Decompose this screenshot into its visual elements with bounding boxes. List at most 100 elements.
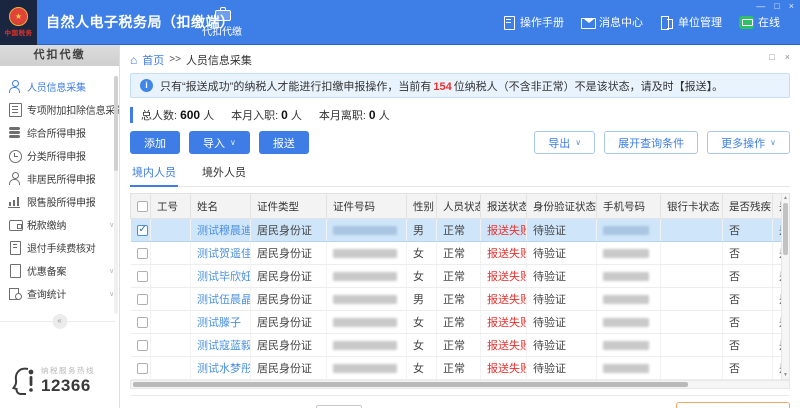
column-header: 报送状态: [481, 194, 527, 219]
cell-gender: 男: [407, 288, 437, 311]
cell-id-type: 居民身份证: [251, 357, 327, 380]
cell-name-link[interactable]: 测试滕子: [191, 311, 251, 334]
sidebar-item[interactable]: 查询统计: [0, 282, 119, 305]
sidebar-item-label: 限售股所得申报: [27, 194, 96, 209]
table-row[interactable]: 测试贺遥佳 居民身份证 女 正常 报送失败 待验证 否 是: [131, 242, 782, 265]
sidebar-item-label: 分类所得申报: [27, 148, 86, 163]
vertical-scroll-thumb[interactable]: [783, 203, 788, 255]
cell-emp-no: [151, 334, 191, 357]
cell-bank-status: [661, 311, 723, 334]
cell-extra-clipped: 是: [773, 219, 782, 242]
toolbar-secondary-button[interactable]: 导出: [534, 131, 595, 154]
column-header: 证件类型: [251, 194, 327, 219]
blurred-id-number: [333, 226, 397, 235]
sidebar-item[interactable]: 分类所得申报: [0, 144, 119, 167]
table-row[interactable]: 测试毕欣妊 居民身份证 女 正常 报送失败 待验证 否 是: [131, 265, 782, 288]
hotline-number: 12366: [41, 376, 95, 396]
header-action[interactable]: 消息中心: [581, 14, 643, 30]
row-checkbox[interactable]: [137, 363, 148, 374]
breadcrumb-home-link[interactable]: 首页: [142, 52, 164, 68]
column-header: 姓名: [191, 194, 251, 219]
caret-down-icon: [230, 138, 236, 147]
toolbar-primary-button[interactable]: 导入: [189, 131, 250, 154]
sidebar-item[interactable]: 限售股所得申报: [0, 190, 119, 213]
table-row[interactable]: 测试穆晨迪 居民身份证 男 正常 报送失败 待验证 否 是: [131, 219, 782, 242]
cell-emp-no: [151, 219, 191, 242]
sidebar-item[interactable]: 非居民所得申报: [0, 167, 119, 190]
cell-person-status: 正常: [437, 219, 481, 242]
cell-name-link[interactable]: 测试毕欣妊: [191, 265, 251, 288]
row-checkbox[interactable]: [137, 340, 148, 351]
breadcrumb-current: 人员信息采集: [186, 52, 252, 68]
panel-close-button[interactable]: ×: [785, 52, 790, 62]
cell-name-link[interactable]: 测试寇蓝毅: [191, 334, 251, 357]
row-checkbox[interactable]: [137, 271, 148, 282]
hotline-logo-icon: [11, 366, 37, 396]
cell-disabled: 否: [723, 311, 773, 334]
sidebar-item[interactable]: 优惠备案: [0, 259, 119, 282]
sidebar-scrollbar[interactable]: [114, 76, 118, 314]
cell-phone-masked: [597, 265, 661, 288]
horizontal-scrollbar[interactable]: [130, 380, 790, 389]
select-all-checkbox[interactable]: [137, 201, 148, 212]
blurred-id-number: [333, 272, 397, 281]
cell-name-link[interactable]: 测试水梦彤: [191, 357, 251, 380]
header-action[interactable]: 单位管理: [660, 14, 722, 30]
cell-extra-clipped: 是: [773, 311, 782, 334]
close-button[interactable]: ×: [789, 1, 794, 11]
horizontal-scroll-thumb[interactable]: [133, 382, 688, 387]
sidebar-item[interactable]: 退付手续费核对: [0, 236, 119, 259]
footer-bar: ◀ 1/1 ▶ 共599条记录 每页显示条数 下一步，报表填写: [130, 395, 790, 408]
toolbar-secondary-button[interactable]: 更多操作: [707, 131, 790, 154]
building-icon: [660, 16, 674, 29]
scroll-down-icon[interactable]: [782, 371, 789, 379]
person-tab[interactable]: 境外人员: [200, 162, 248, 186]
cell-emp-no: [151, 357, 191, 380]
next-step-button[interactable]: 下一步，报表填写: [676, 402, 790, 408]
cell-phone-masked: [597, 242, 661, 265]
vertical-scrollbar[interactable]: [781, 193, 790, 380]
toolbar-primary-button[interactable]: 添加: [130, 131, 180, 154]
cell-name-link[interactable]: 测试贺遥佳: [191, 242, 251, 265]
row-checkbox[interactable]: [137, 248, 148, 259]
cell-report-status: 报送失败: [481, 288, 527, 311]
cell-person-status: 正常: [437, 288, 481, 311]
table-row[interactable]: 测试寇蓝毅 居民身份证 女 正常 报送失败 待验证 否 是: [131, 334, 782, 357]
row-checkbox[interactable]: [137, 225, 148, 236]
sidebar-item[interactable]: 专项附加扣除信息采集: [0, 98, 119, 121]
table-row[interactable]: 测试滕子 居民身份证 女 正常 报送失败 待验证 否 是: [131, 311, 782, 334]
cell-name-link[interactable]: 测试伍晨晶: [191, 288, 251, 311]
stat-unit: 人: [203, 110, 214, 122]
button-label: 更多操作: [721, 135, 765, 151]
row-checkbox[interactable]: [137, 294, 148, 305]
maximize-button[interactable]: □: [774, 1, 779, 11]
receipt-icon: [8, 241, 22, 254]
sidebar-item[interactable]: 税款缴纳: [0, 213, 119, 236]
header-action[interactable]: 操作手册: [502, 14, 564, 30]
sidebar-item[interactable]: 人员信息采集: [0, 75, 119, 98]
main-content: □ × 首页 >> 人员信息采集 只有“报送成功”的纳税人才能进行扣缴申报操作，…: [120, 45, 800, 408]
sidebar-item[interactable]: 综合所得申报: [0, 121, 119, 144]
wallet-icon: [8, 218, 22, 231]
toolbar-primary-button[interactable]: 报送: [259, 131, 309, 154]
stat-label: 本月入职:: [231, 110, 278, 122]
stats-icon: [8, 287, 22, 300]
cell-id-type: 居民身份证: [251, 265, 327, 288]
panel-restore-button[interactable]: □: [769, 52, 774, 62]
tab-label: 境内人员: [132, 167, 176, 179]
row-checkbox[interactable]: [137, 317, 148, 328]
module-tab-withholding[interactable]: 代扣代缴: [202, 6, 242, 38]
minimize-button[interactable]: —: [756, 1, 765, 11]
cell-name-link[interactable]: 测试穆晨迪: [191, 219, 251, 242]
sidebar-collapse-button[interactable]: «: [52, 314, 67, 329]
table-row[interactable]: 测试水梦彤 居民身份证 女 正常 报送失败 待验证 否 是: [131, 357, 782, 380]
table-row[interactable]: 测试伍晨晶 居民身份证 男 正常 报送失败 待验证 否 是: [131, 288, 782, 311]
toolbar-secondary-button[interactable]: 展开查询条件: [604, 131, 698, 154]
scroll-up-icon[interactable]: [782, 194, 789, 202]
module-tab-label: 代扣代缴: [202, 23, 242, 38]
notice-banner: 只有“报送成功”的纳税人才能进行扣缴申报操作，当前有154位纳税人（不含非正常）…: [130, 73, 790, 98]
person-tab[interactable]: 境内人员: [130, 162, 178, 186]
cell-gender: 女: [407, 357, 437, 380]
cell-disabled: 否: [723, 334, 773, 357]
header-action[interactable]: 在线: [739, 14, 780, 30]
